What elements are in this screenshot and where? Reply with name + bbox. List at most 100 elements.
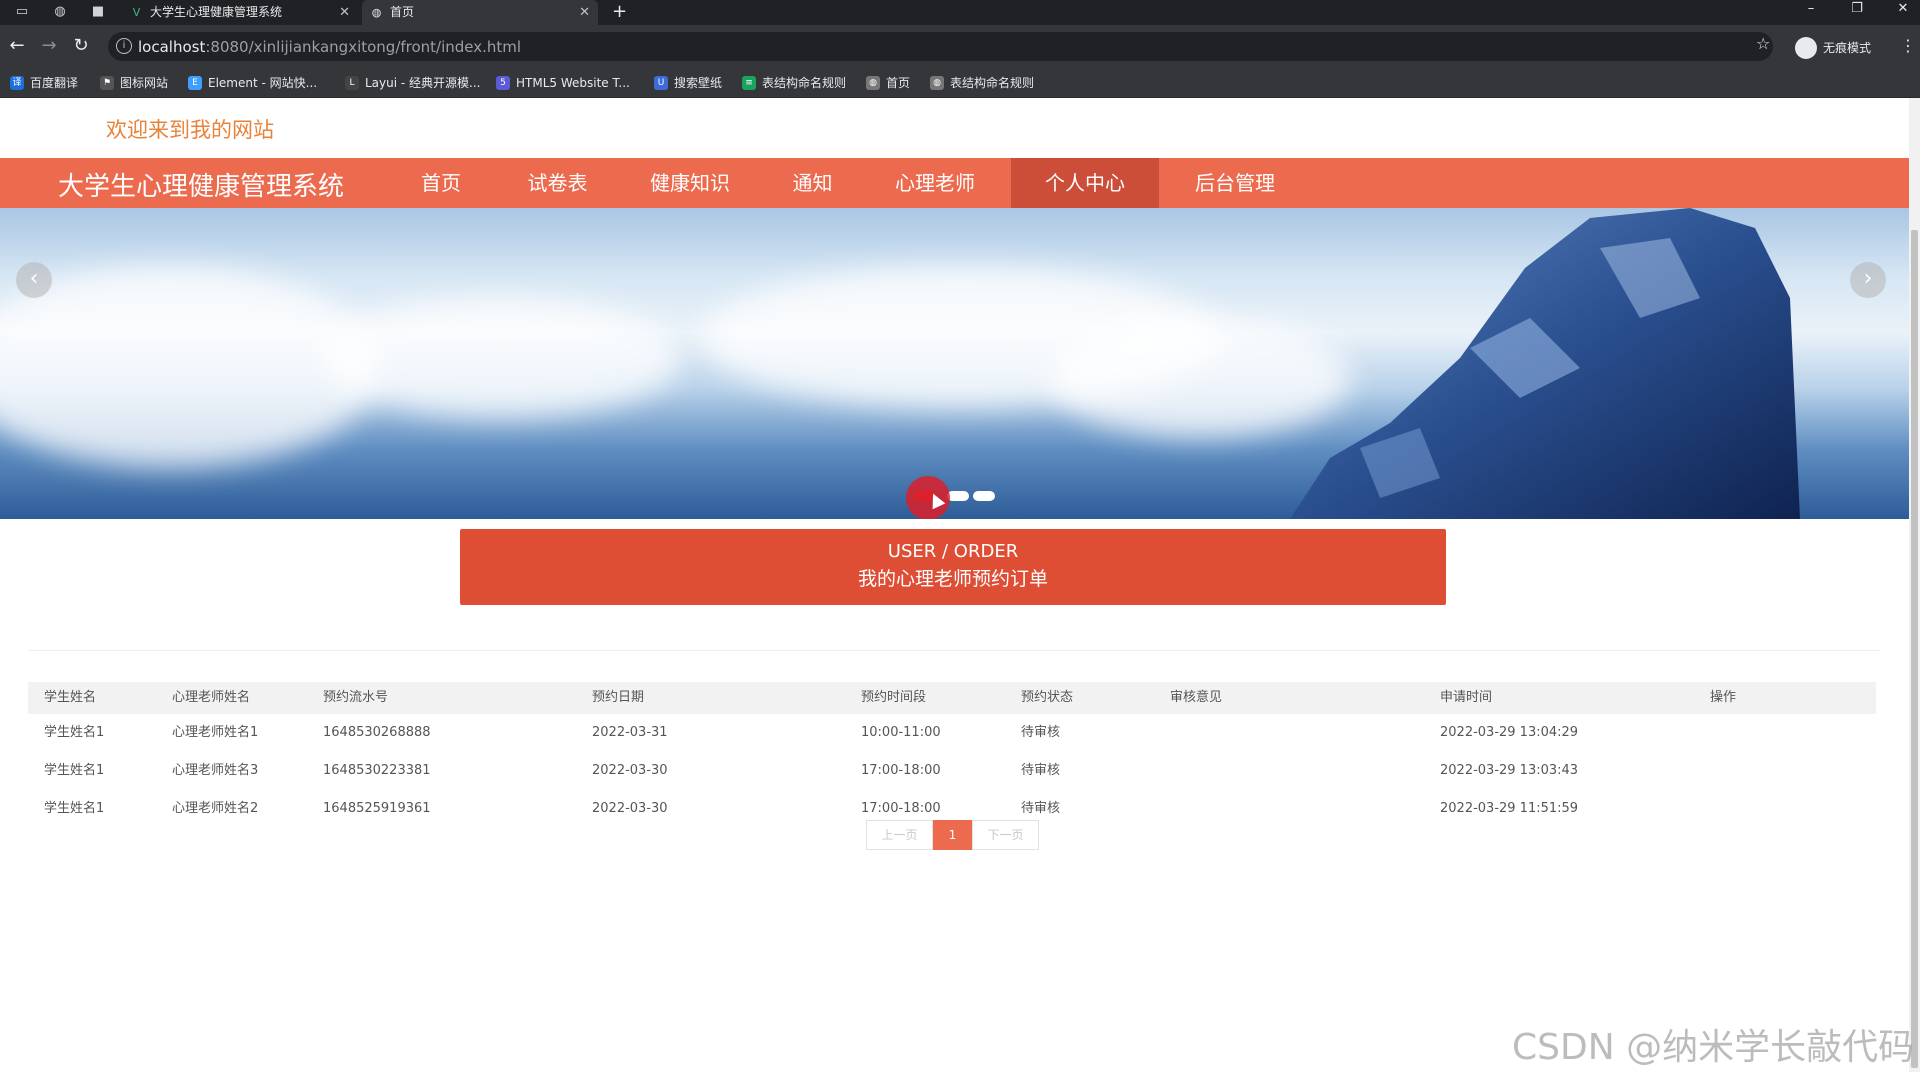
bookmark-item[interactable]: ◍ 首页 bbox=[866, 74, 910, 92]
mountain-rock-image bbox=[1290, 208, 1800, 519]
bookmark-item[interactable]: E Element - 网站快... bbox=[188, 74, 317, 92]
close-icon[interactable]: ✕ bbox=[339, 0, 350, 25]
bookmark-label: 表结构命名规则 bbox=[762, 76, 847, 90]
browser-tab-system[interactable]: V 大学生心理健康管理系统 ✕ bbox=[122, 0, 358, 25]
layui-logo-icon: L bbox=[345, 76, 359, 90]
tab-search-icon[interactable]: ▭ bbox=[12, 3, 32, 21]
cell-serial: 1648525919361 bbox=[323, 801, 431, 816]
page-scrollbar[interactable] bbox=[1909, 98, 1920, 1072]
column-header: 操作 bbox=[1710, 690, 1737, 705]
bookmark-item[interactable]: ◍ 表结构命名规则 bbox=[930, 74, 1034, 92]
cell-date: 2022-03-30 bbox=[592, 801, 668, 816]
incognito-icon[interactable] bbox=[1795, 37, 1817, 59]
cloud-shape bbox=[320, 298, 680, 418]
divider bbox=[28, 650, 1880, 651]
cell-status: 待审核 bbox=[1021, 725, 1061, 740]
bookmark-label: Layui - 经典开源模... bbox=[365, 76, 481, 90]
bookmark-label: 图标网站 bbox=[120, 76, 169, 90]
nav-counselors[interactable]: 心理老师 bbox=[880, 158, 990, 208]
back-arrow-icon[interactable]: ← bbox=[6, 35, 28, 57]
incognito-label: 无痕模式 bbox=[1823, 41, 1872, 55]
watermark-text: CSDN @纳米学长敲代码 bbox=[1512, 1027, 1915, 1068]
cell-date: 2022-03-31 bbox=[592, 725, 668, 740]
column-header: 预约日期 bbox=[592, 690, 645, 705]
carousel-prev-icon[interactable]: ‹ bbox=[16, 262, 52, 298]
nav-home[interactable]: 首页 bbox=[396, 158, 486, 208]
url-text[interactable]: localhost:8080/xinlijiankangxitong/front… bbox=[138, 38, 521, 56]
table-row[interactable]: 学生姓名1 心理老师姓名3 1648530223381 2022-03-30 1… bbox=[28, 752, 1876, 790]
url-path: :8080/xinlijiankangxitong/front/index.ht… bbox=[205, 38, 522, 56]
window-icon[interactable]: ■ bbox=[88, 3, 108, 21]
info-icon[interactable]: i bbox=[116, 38, 132, 54]
translate-icon: 译 bbox=[10, 76, 24, 90]
welcome-text: 欢迎来到我的网站 bbox=[106, 118, 274, 142]
nav-health-knowledge[interactable]: 健康知识 bbox=[630, 158, 750, 208]
table-row[interactable]: 学生姓名1 心理老师姓名1 1648530268888 2022-03-31 1… bbox=[28, 714, 1876, 752]
forward-arrow-icon[interactable]: → bbox=[38, 35, 60, 57]
menu-kebab-icon[interactable]: ⋮ bbox=[1900, 36, 1916, 55]
address-bar[interactable]: i localhost:8080/xinlijiankangxitong/fro… bbox=[108, 32, 1773, 61]
reload-icon[interactable]: ↻ bbox=[70, 35, 92, 57]
bookmark-label: 百度翻译 bbox=[30, 76, 79, 90]
column-header: 学生姓名 bbox=[44, 690, 97, 705]
restore-icon[interactable]: ❐ bbox=[1842, 0, 1872, 18]
scrollbar-thumb[interactable] bbox=[1911, 230, 1918, 1068]
url-host: localhost bbox=[138, 38, 206, 56]
bookmark-item[interactable]: ≡ 表结构命名规则 bbox=[742, 74, 846, 92]
bookmark-star-icon[interactable]: ☆ bbox=[1756, 34, 1770, 53]
cell-counselor: 心理老师姓名1 bbox=[172, 725, 259, 740]
carousel-dot[interactable] bbox=[973, 491, 995, 501]
browser-tab-home[interactable]: ◍ 首页 ✕ bbox=[362, 0, 598, 25]
bookmark-label: 搜索壁纸 bbox=[674, 76, 723, 90]
sheet-icon: ≡ bbox=[742, 76, 756, 90]
column-header: 预约时间段 bbox=[861, 690, 927, 705]
close-icon[interactable]: ✕ bbox=[579, 0, 590, 25]
minimize-icon[interactable]: – bbox=[1796, 0, 1826, 18]
cell-date: 2022-03-30 bbox=[592, 763, 668, 778]
globe-icon: ◍ bbox=[930, 76, 944, 90]
cell-status: 待审核 bbox=[1021, 763, 1061, 778]
main-navbar: 大学生心理健康管理系统 首页 试卷表 健康知识 通知 心理老师 个人中心 后台管… bbox=[0, 158, 1909, 208]
globe-icon: ◍ bbox=[866, 76, 880, 90]
browser-tab-bar: ▭ ◍ ■ V 大学生心理健康管理系统 ✕ ◍ 首页 ✕ + – ❐ ✕ bbox=[0, 0, 1920, 25]
order-header-cn: 我的心理老师预约订单 bbox=[857, 568, 1048, 590]
html5-icon: 5 bbox=[496, 76, 510, 90]
tab-title: 大学生心理健康管理系统 bbox=[150, 5, 283, 19]
cell-timeslot: 10:00-11:00 bbox=[861, 725, 941, 740]
nav-admin[interactable]: 后台管理 bbox=[1175, 158, 1295, 208]
next-page-button[interactable]: 下一页 bbox=[972, 820, 1039, 850]
bookmark-item[interactable]: 5 HTML5 Website T... bbox=[496, 74, 630, 92]
close-window-icon[interactable]: ✕ bbox=[1888, 0, 1918, 18]
table-header: 学生姓名 心理老师姓名 预约流水号 预约日期 预约时间段 预约状态 审核意见 申… bbox=[28, 682, 1876, 714]
nav-personal-center[interactable]: 个人中心 bbox=[1011, 158, 1159, 208]
nav-notices[interactable]: 通知 bbox=[770, 158, 855, 208]
cell-applied-at: 2022-03-29 11:51:59 bbox=[1440, 801, 1579, 816]
carousel-banner[interactable]: ‹ › bbox=[0, 208, 1909, 519]
cell-counselor: 心理老师姓名3 bbox=[172, 763, 259, 778]
order-header-en: USER / ORDER bbox=[887, 541, 1019, 562]
flag-icon: ⚑ bbox=[100, 76, 114, 90]
cell-counselor: 心理老师姓名2 bbox=[172, 801, 259, 816]
cell-applied-at: 2022-03-29 13:04:29 bbox=[1440, 725, 1579, 740]
nav-exam-papers[interactable]: 试卷表 bbox=[510, 158, 605, 208]
column-header: 心理老师姓名 bbox=[172, 690, 251, 705]
site-brand[interactable]: 大学生心理健康管理系统 bbox=[58, 166, 344, 203]
bookmark-item[interactable]: 译百度翻译 bbox=[10, 74, 78, 92]
carousel-next-icon[interactable]: › bbox=[1850, 262, 1886, 298]
page-number-button[interactable]: 1 bbox=[933, 820, 972, 850]
cell-timeslot: 17:00-18:00 bbox=[861, 763, 941, 778]
carousel-dot[interactable] bbox=[947, 491, 969, 501]
column-header: 审核意见 bbox=[1170, 690, 1223, 705]
prev-page-button[interactable]: 上一页 bbox=[866, 820, 933, 850]
bookmarks-bar: 译百度翻译 ⚑ 图标网站 E Element - 网站快... L Layui - 经… bbox=[0, 68, 1920, 98]
page-viewport: 欢迎来到我的网站 大学生心理健康管理系统 首页 试卷表 健康知识 通知 心理老师… bbox=[0, 98, 1920, 1072]
cell-student: 学生姓名1 bbox=[44, 763, 105, 778]
bookmark-item[interactable]: L Layui - 经典开源模... bbox=[345, 74, 480, 92]
new-tab-button[interactable]: + bbox=[612, 0, 627, 24]
column-header: 预约流水号 bbox=[323, 690, 389, 705]
bookmark-item[interactable]: ⚑ 图标网站 bbox=[100, 74, 168, 92]
bookmark-label: HTML5 Website T... bbox=[516, 76, 630, 90]
bookmark-item[interactable]: U 搜索壁纸 bbox=[654, 74, 722, 92]
tab-title: 首页 bbox=[390, 5, 415, 19]
globe-icon[interactable]: ◍ bbox=[50, 3, 70, 21]
